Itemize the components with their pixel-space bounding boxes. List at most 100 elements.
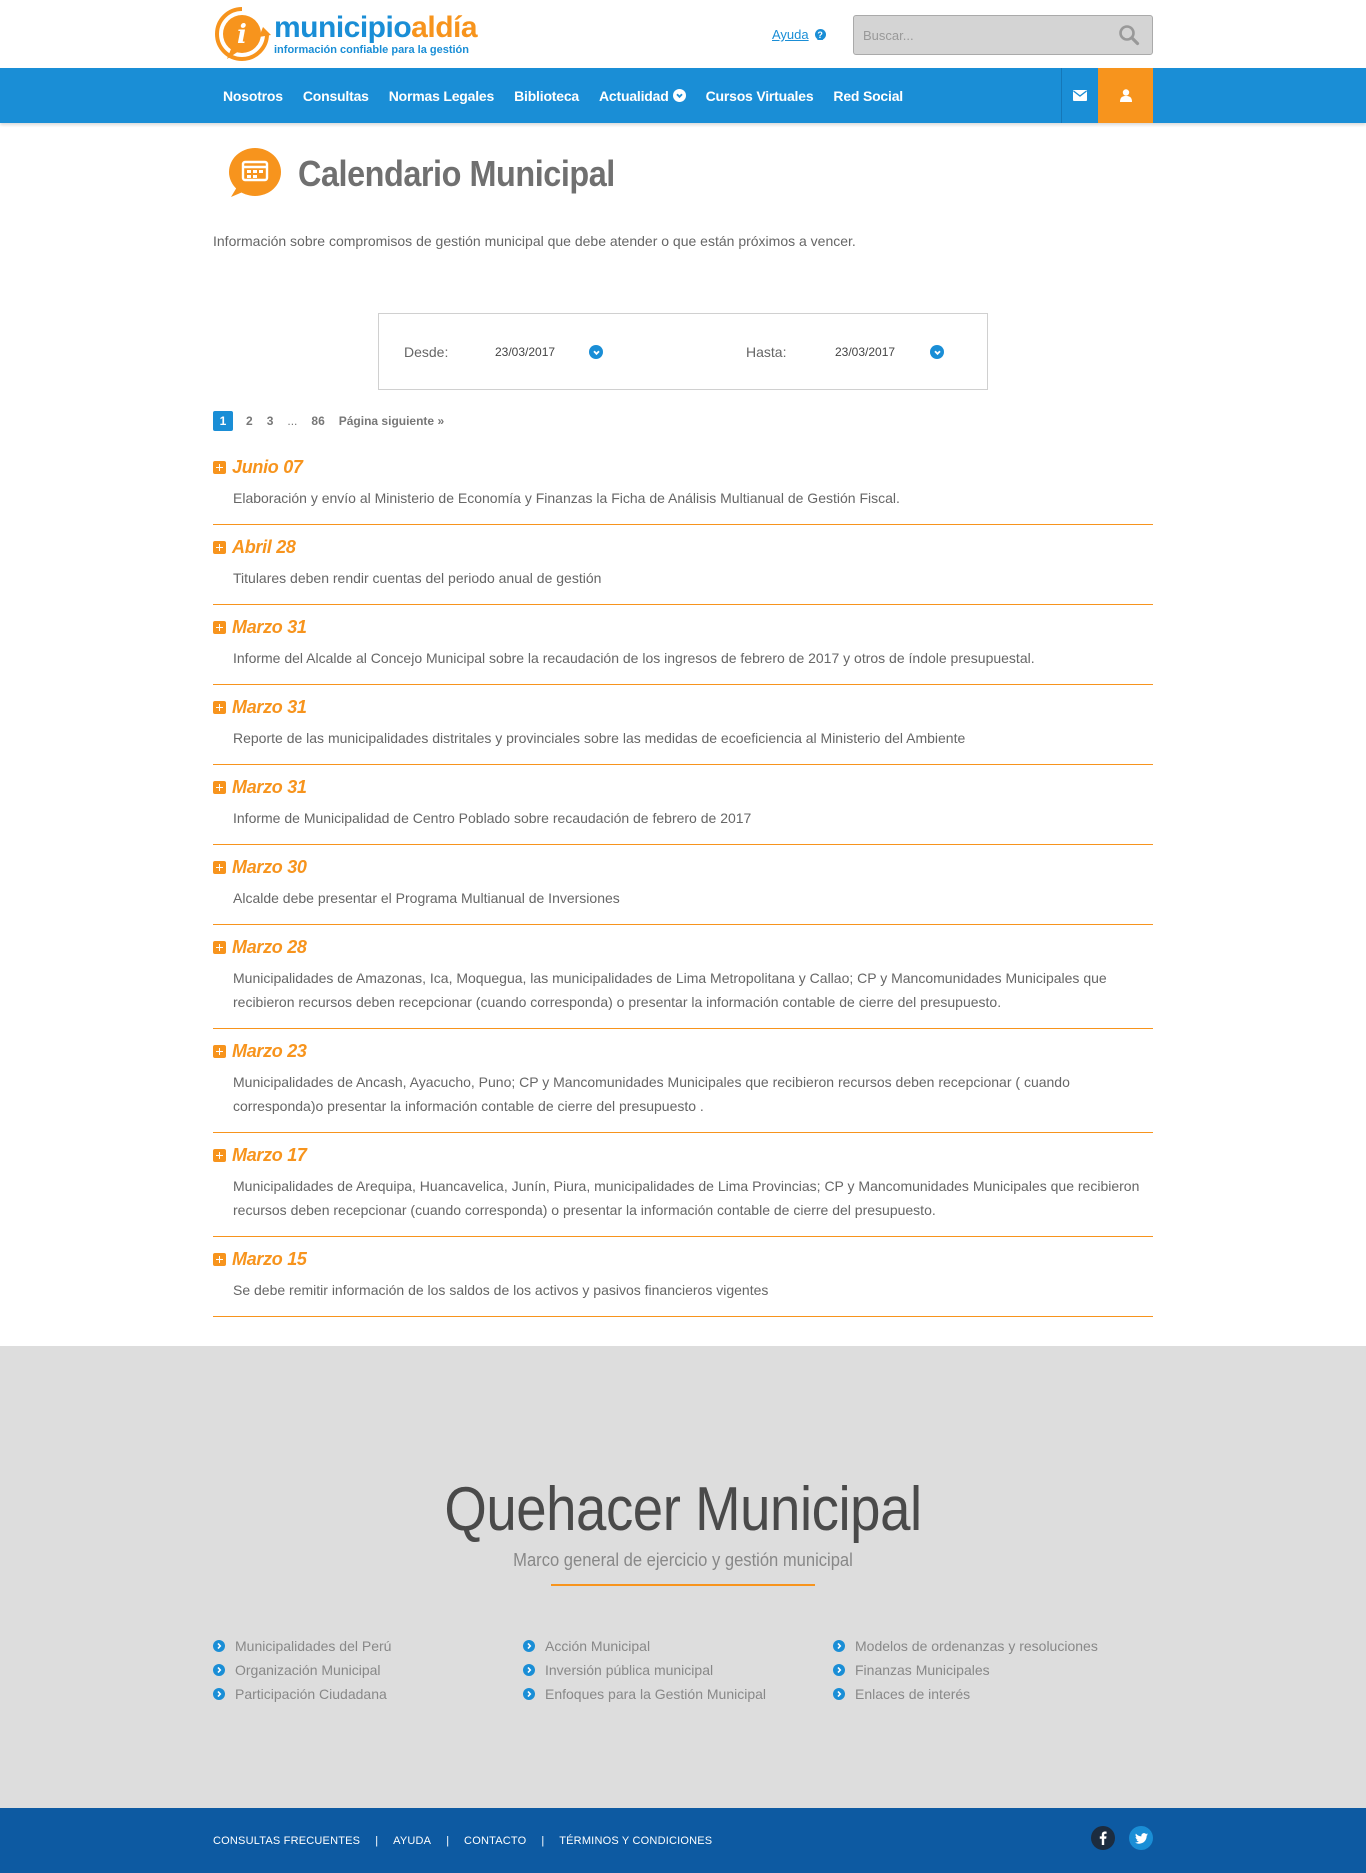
nav-label: Normas Legales (388, 87, 495, 104)
event-date: Marzo 23 (232, 1040, 307, 1061)
footer-link-help[interactable]: AYUDA (393, 1835, 431, 1847)
event-text: Municipalidades de Amazonas, Ica, Moqueg… (233, 970, 1107, 1010)
event-date-toggle[interactable]: Marzo 17 (213, 1145, 1153, 1165)
plus-square-icon (213, 860, 226, 874)
chevron-right-icon (833, 1688, 845, 1700)
event-text: Municipalidades de Arequipa, Huancavelic… (233, 1178, 1140, 1218)
from-chevron-down-icon[interactable] (589, 345, 603, 359)
page-link-last[interactable]: 86 (311, 414, 324, 428)
event-date: Marzo 31 (232, 776, 307, 797)
envelope-icon[interactable] (1061, 68, 1098, 123)
page-link-1[interactable]: 1 (213, 411, 233, 431)
nav-label: Biblioteca (514, 87, 580, 104)
quehacer-link[interactable]: Finanzas Municipales (833, 1658, 1143, 1682)
quehacer-link[interactable]: Municipalidades del Perú (213, 1634, 523, 1658)
divider (551, 1584, 815, 1586)
nav-label: Red Social (833, 87, 903, 104)
pagination: 1 2 3 ... 86 Página siguiente » (213, 411, 1153, 431)
logo-tagline: información confiable para la gestión (274, 43, 469, 56)
quehacer-link-label: Modelos de ordenanzas y resoluciones (855, 1638, 1098, 1654)
plus-square-icon (213, 700, 226, 714)
to-date-field[interactable]: 23/03/2017 (835, 345, 895, 359)
page-description: Información sobre compromisos de gestión… (213, 233, 856, 249)
quehacer-link[interactable]: Enfoques para la Gestión Municipal (523, 1682, 833, 1706)
plus-square-icon (213, 540, 226, 554)
quehacer-subtitle: Marco general de ejercicio y gestión mun… (513, 1550, 853, 1570)
event-date-toggle[interactable]: Junio 07 (213, 457, 1153, 477)
event-date: Abril 28 (232, 536, 296, 557)
event-date-toggle[interactable]: Marzo 23 (213, 1041, 1153, 1061)
event-date: Marzo 31 (232, 616, 307, 637)
page-link-2[interactable]: 2 (246, 414, 253, 428)
quehacer-link[interactable]: Inversión pública municipal (523, 1658, 833, 1682)
calendar-icon (223, 145, 283, 208)
site-logo[interactable]: i municipioaldía información confiable p… (213, 5, 478, 63)
svg-text:i: i (237, 20, 247, 50)
help-label: Ayuda (772, 27, 809, 42)
chevron-right-icon (213, 1664, 225, 1676)
nav-item-actualidad[interactable]: Actualidad (589, 68, 696, 123)
event-date-toggle[interactable]: Marzo 31 (213, 697, 1153, 717)
quehacer-link[interactable]: Enlaces de interés (833, 1682, 1143, 1706)
nav-item-normas-legales[interactable]: Normas Legales (379, 68, 504, 123)
event-date-toggle[interactable]: Marzo 31 (213, 777, 1153, 797)
search-input[interactable] (854, 16, 1104, 54)
nav-label: Consultas (302, 87, 369, 104)
event-date-toggle[interactable]: Marzo 31 (213, 617, 1153, 637)
help-link[interactable]: Ayuda ? (772, 27, 826, 42)
quehacer-link[interactable]: Participación Ciudadana (213, 1682, 523, 1706)
footer-separator: | (541, 1835, 545, 1847)
list-item: Marzo 31 Reporte de las municipalidades … (213, 685, 1153, 765)
event-date-toggle[interactable]: Marzo 30 (213, 857, 1153, 877)
twitter-icon[interactable] (1129, 1826, 1153, 1850)
chevron-right-icon (523, 1664, 535, 1676)
quehacer-section: Quehacer Municipal Marco general de ejer… (0, 1346, 1366, 1808)
footer-link-faq[interactable]: CONSULTAS FRECUENTES (213, 1835, 360, 1847)
plus-square-icon (213, 620, 226, 634)
next-page-link[interactable]: Página siguiente » (339, 414, 444, 428)
footer-link-terms[interactable]: TÉRMINOS Y CONDICIONES (559, 1835, 712, 1847)
quehacer-link[interactable]: Acción Municipal (523, 1634, 833, 1658)
to-chevron-down-icon[interactable] (930, 345, 944, 359)
from-date-field[interactable]: 23/03/2017 (495, 345, 555, 359)
to-label: Hasta: (746, 344, 787, 360)
main-content: Calendario Municipal Información sobre c… (213, 123, 1153, 1317)
quehacer-link[interactable]: Modelos de ordenanzas y resoluciones (833, 1634, 1143, 1658)
list-item: Marzo 23 Municipalidades de Ancash, Ayac… (213, 1029, 1153, 1133)
event-text: Se debe remitir información de los saldo… (233, 1282, 769, 1298)
quehacer-link-label: Participación Ciudadana (235, 1686, 387, 1702)
chevron-down-icon (672, 89, 686, 102)
page-title: Calendario Municipal (298, 153, 615, 194)
event-date-toggle[interactable]: Marzo 28 (213, 937, 1153, 957)
quehacer-link[interactable]: Organización Municipal (213, 1658, 523, 1682)
footer-separator: | (446, 1835, 450, 1847)
event-text: Municipalidades de Ancash, Ayacucho, Pun… (233, 1074, 1070, 1114)
quehacer-link-label: Inversión pública municipal (545, 1662, 714, 1678)
main-navbar: Nosotros Consultas Normas Legales Biblio… (0, 68, 1366, 123)
quehacer-link-label: Finanzas Municipales (855, 1662, 990, 1678)
logo-name-part2: aldía (411, 10, 478, 44)
facebook-icon[interactable] (1091, 1826, 1115, 1850)
footer-link-contact[interactable]: CONTACTO (464, 1835, 526, 1847)
nav-item-cursos-virtuales[interactable]: Cursos Virtuales (696, 68, 824, 123)
chevron-right-icon (523, 1688, 535, 1700)
event-date: Marzo 30 (232, 856, 307, 877)
nav-item-consultas[interactable]: Consultas (293, 68, 379, 123)
list-item: Marzo 31 Informe de Municipalidad de Cen… (213, 765, 1153, 845)
quehacer-link-label: Enfoques para la Gestión Municipal (545, 1686, 767, 1702)
search-box (853, 15, 1153, 55)
event-text: Informe de Municipalidad de Centro Pobla… (233, 810, 752, 826)
chevron-right-icon (213, 1640, 225, 1652)
event-date-toggle[interactable]: Marzo 15 (213, 1249, 1153, 1269)
nav-item-biblioteca[interactable]: Biblioteca (504, 68, 589, 123)
plus-square-icon (213, 1148, 226, 1162)
date-filter: Desde: 23/03/2017 Hasta: 23/03/2017 (378, 313, 988, 390)
user-icon[interactable] (1098, 68, 1153, 123)
search-icon[interactable] (1118, 24, 1140, 46)
event-date-toggle[interactable]: Abril 28 (213, 537, 1153, 557)
page-link-3[interactable]: 3 (267, 414, 274, 428)
footer-separator: | (375, 1835, 379, 1847)
nav-item-nosotros[interactable]: Nosotros (213, 68, 293, 123)
nav-item-red-social[interactable]: Red Social (823, 68, 913, 123)
page-ellipsis: ... (287, 414, 298, 428)
